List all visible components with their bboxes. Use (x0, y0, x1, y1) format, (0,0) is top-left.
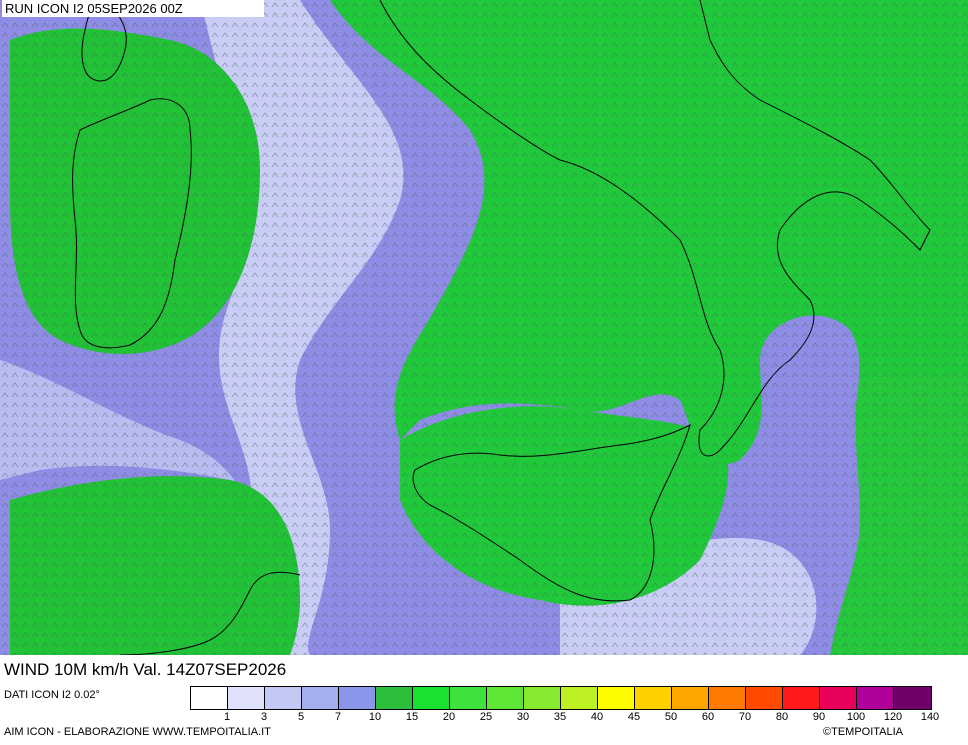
legend-panel: WIND 10M km/h Val. 14Z07SEP2026 DATI ICO… (0, 655, 968, 745)
legend-swatch (413, 687, 450, 709)
run-label: RUN ICON I2 05SEP2026 00Z (2, 0, 264, 17)
color-scale-bar (190, 686, 932, 710)
legend-swatch (820, 687, 857, 709)
legend-swatch (672, 687, 709, 709)
legend-tick-label: 120 (883, 711, 903, 723)
legend-tick-label: 40 (590, 711, 604, 723)
legend-swatch (339, 687, 376, 709)
legend-tick-label: 60 (701, 711, 715, 723)
legend-swatch (746, 687, 783, 709)
legend-tick-label: 25 (479, 711, 493, 723)
legend-tick-label: 50 (664, 711, 678, 723)
legend-swatch (487, 687, 524, 709)
wind-map (0, 0, 968, 655)
legend-swatch (709, 687, 746, 709)
data-source-label: DATI ICON I2 0.02° (4, 689, 100, 701)
legend-tick-label: 35 (553, 711, 567, 723)
legend-tick-label: 20 (442, 711, 456, 723)
legend-swatch (598, 687, 635, 709)
legend-swatch (265, 687, 302, 709)
legend-swatch (561, 687, 598, 709)
legend-tick-label: 80 (775, 711, 789, 723)
legend-tick-label: 15 (405, 711, 419, 723)
legend-swatch (450, 687, 487, 709)
legend-tick-label: 1 (223, 711, 231, 723)
legend-swatch (783, 687, 820, 709)
legend-swatch (894, 687, 931, 709)
credit-right: ©TEMPOITALIA (823, 726, 904, 738)
legend-swatch (302, 687, 339, 709)
legend-tick-label: 7 (334, 711, 342, 723)
legend-swatch (635, 687, 672, 709)
product-title: WIND 10M km/h Val. 14Z07SEP2026 (4, 660, 287, 679)
credit-left: AIM ICON - ELABORAZIONE WWW.TEMPOITALIA.… (4, 726, 271, 738)
legend-tick-label: 70 (738, 711, 752, 723)
legend-swatch (857, 687, 894, 709)
legend-tick-label: 10 (368, 711, 382, 723)
legend-tick-label: 140 (920, 711, 940, 723)
legend-tick-label: 5 (297, 711, 305, 723)
legend-tick-label: 100 (846, 711, 866, 723)
legend-swatch (376, 687, 413, 709)
legend-tick-label: 45 (627, 711, 641, 723)
legend-swatch (191, 687, 228, 709)
land-arrows-overlay (0, 0, 968, 655)
legend-tick-label: 90 (812, 711, 826, 723)
legend-swatch (228, 687, 265, 709)
legend-tick-label: 3 (260, 711, 268, 723)
legend-tick-label: 30 (516, 711, 530, 723)
legend-swatch (524, 687, 561, 709)
